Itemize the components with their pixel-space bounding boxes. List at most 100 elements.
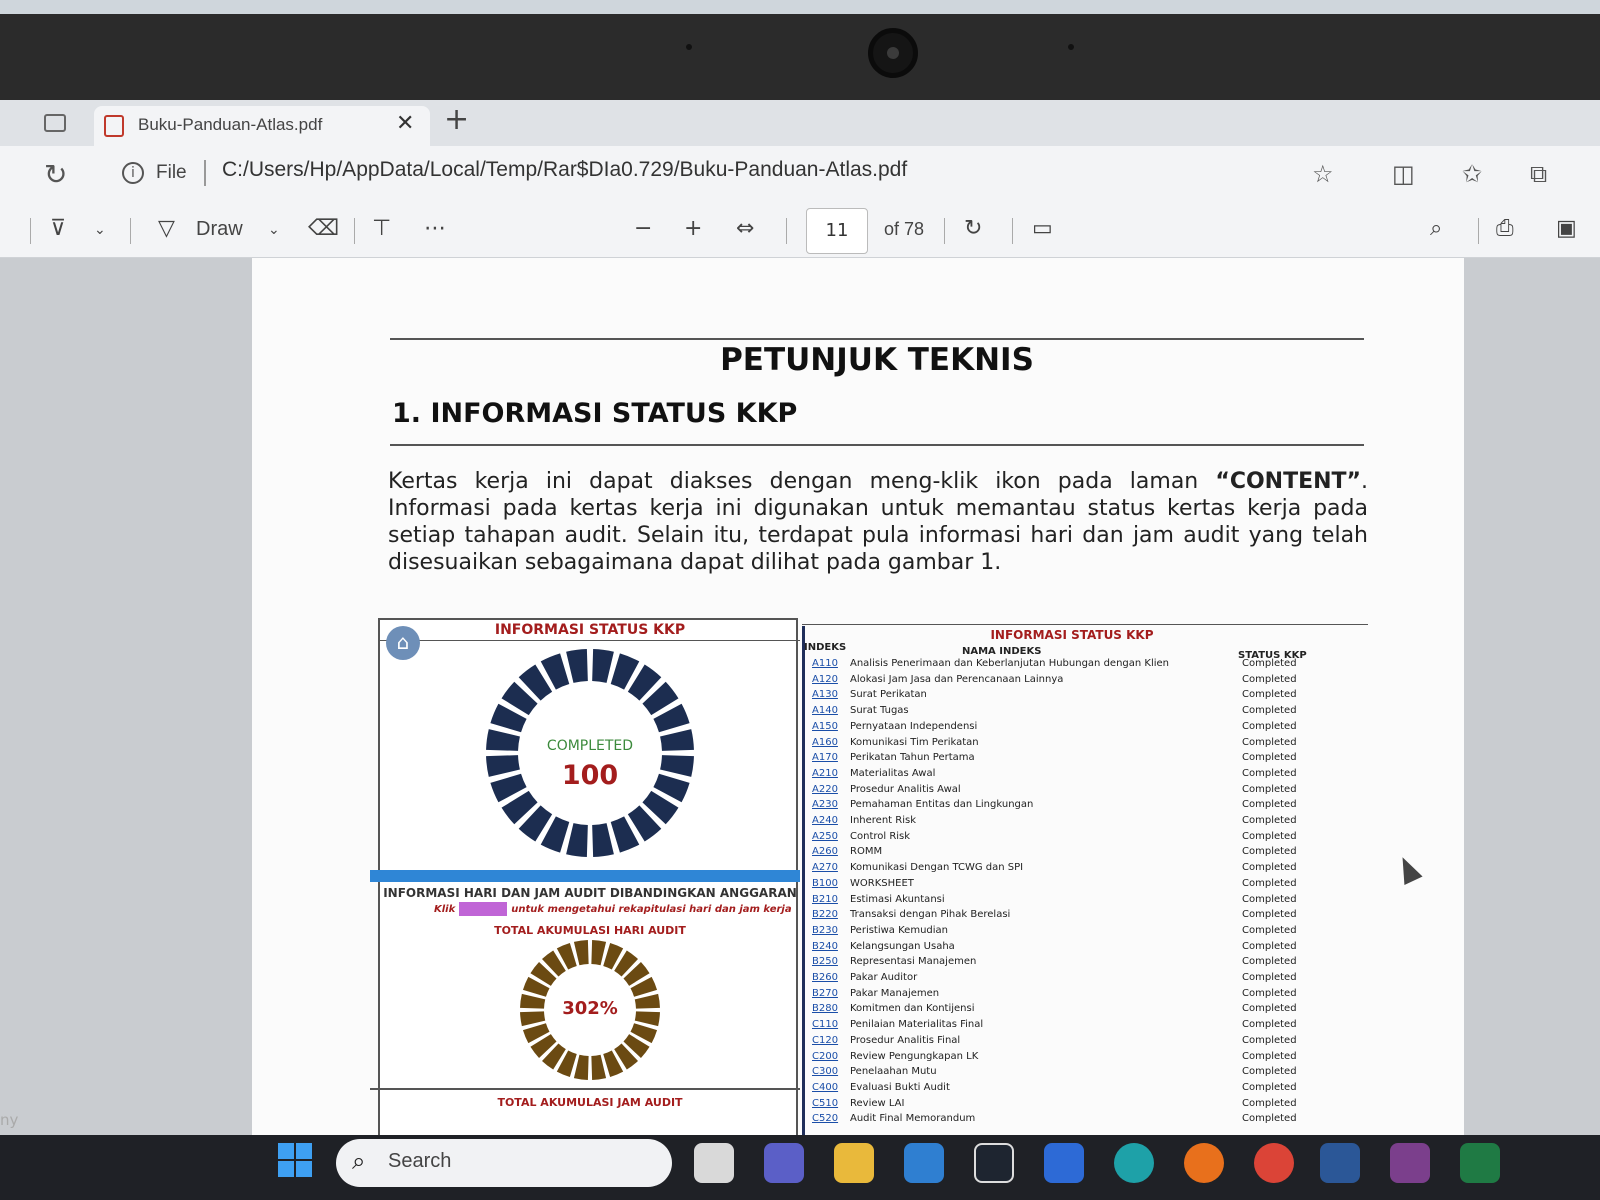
- text-box-icon[interactable]: ⊤: [372, 216, 391, 241]
- index-code-link[interactable]: C120: [812, 1035, 838, 1046]
- index-code-link[interactable]: B250: [812, 956, 838, 967]
- index-code-link[interactable]: A120: [812, 674, 838, 685]
- index-code-link[interactable]: B230: [812, 925, 838, 936]
- status-cell: Completed: [1242, 1066, 1297, 1078]
- word-icon[interactable]: [1320, 1143, 1360, 1183]
- index-code-link[interactable]: B210: [812, 894, 838, 905]
- index-code-link[interactable]: C520: [812, 1113, 838, 1124]
- index-code-link[interactable]: C110: [812, 1019, 838, 1030]
- mail-icon[interactable]: [904, 1143, 944, 1183]
- index-code-link[interactable]: C300: [812, 1066, 838, 1077]
- index-code-link[interactable]: A240: [812, 815, 838, 826]
- bing-icon[interactable]: [1044, 1143, 1084, 1183]
- taskbar-search[interactable]: ⌕ Search: [336, 1139, 672, 1187]
- table-row: A260 ROMM Completed: [812, 846, 1368, 861]
- tab-actions-icon[interactable]: [44, 114, 66, 132]
- home-icon[interactable]: ⌂: [386, 626, 420, 660]
- eraser-icon[interactable]: ⌫: [308, 216, 339, 241]
- teams-icon[interactable]: [764, 1143, 804, 1183]
- index-code-link[interactable]: C510: [812, 1098, 838, 1109]
- save-icon[interactable]: ▣: [1556, 216, 1577, 241]
- index-name: Estimasi Akuntansi: [850, 893, 945, 905]
- page-number-input[interactable]: 11: [806, 208, 868, 254]
- index-code-link[interactable]: A130: [812, 689, 838, 700]
- more-options-icon[interactable]: ⋯: [424, 216, 446, 241]
- index-code-link[interactable]: A250: [812, 831, 838, 842]
- donut-segment: [592, 823, 614, 857]
- status-cell: Completed: [1242, 673, 1297, 685]
- index-code-link[interactable]: A150: [812, 721, 838, 732]
- task-view-icon[interactable]: [694, 1143, 734, 1183]
- logo-tile: [278, 1143, 294, 1159]
- status-cell: Completed: [1242, 720, 1297, 732]
- index-code-link[interactable]: B100: [812, 878, 838, 889]
- index-code-link[interactable]: A220: [812, 784, 838, 795]
- page-view-icon[interactable]: ▭: [1032, 216, 1053, 241]
- tab-pdf[interactable]: Buku-Panduan-Atlas.pdf ✕: [94, 106, 430, 146]
- index-code-link[interactable]: A230: [812, 799, 838, 810]
- new-tab-icon[interactable]: +: [444, 102, 469, 137]
- table-row: A240 Inherent Risk Completed: [812, 815, 1368, 830]
- paragraph-bold: “CONTENT”: [1215, 469, 1361, 494]
- zoom-out-icon[interactable]: −: [634, 216, 652, 241]
- table-row: A270 Komunikasi Dengan TCWG dan SPI Comple…: [812, 862, 1368, 877]
- index-code-link[interactable]: C200: [812, 1051, 838, 1062]
- index-code-link[interactable]: C400: [812, 1082, 838, 1093]
- donut-segment: [566, 823, 588, 857]
- status-cell: Completed: [1242, 1097, 1297, 1109]
- index-code-link[interactable]: B240: [812, 941, 838, 952]
- index-code-link[interactable]: B260: [812, 972, 838, 983]
- address-separator: [204, 160, 206, 186]
- draw-button[interactable]: Draw: [196, 218, 243, 241]
- index-code-link[interactable]: A260: [812, 846, 838, 857]
- app-icon[interactable]: [974, 1143, 1014, 1183]
- status-cell: Completed: [1242, 1034, 1297, 1046]
- print-icon[interactable]: ⎙: [1496, 216, 1514, 241]
- rotate-icon[interactable]: ↻: [964, 216, 982, 241]
- completed-label: COMPLETED: [546, 738, 634, 754]
- index-code-link[interactable]: A110: [812, 658, 838, 669]
- index-code-link[interactable]: A140: [812, 705, 838, 716]
- refresh-icon[interactable]: ↻: [44, 158, 67, 191]
- status-cell: Completed: [1242, 783, 1297, 795]
- total-jam-label: TOTAL AKUMULASI JAM AUDIT: [497, 1096, 683, 1109]
- excel-icon[interactable]: [1460, 1143, 1500, 1183]
- chevron-down-icon[interactable]: ⌄: [268, 222, 280, 238]
- info-icon[interactable]: i: [122, 162, 144, 184]
- close-tab-icon[interactable]: ✕: [396, 111, 414, 136]
- file-explorer-icon[interactable]: [834, 1143, 874, 1183]
- zoom-in-icon[interactable]: +: [684, 216, 702, 241]
- index-name: Control Risk: [850, 830, 911, 842]
- status-cell: Completed: [1242, 909, 1297, 921]
- index-code-link[interactable]: A160: [812, 737, 838, 748]
- favorite-star-icon[interactable]: ☆: [1312, 160, 1334, 188]
- index-code-link[interactable]: A170: [812, 752, 838, 763]
- archive-icon[interactable]: [1390, 1143, 1430, 1183]
- index-code-link[interactable]: B280: [812, 1003, 838, 1014]
- chevron-down-icon[interactable]: ⌄: [94, 222, 106, 238]
- windows-start-icon[interactable]: [278, 1143, 312, 1177]
- toolbar-separator: [30, 218, 31, 244]
- index-code-link[interactable]: B270: [812, 988, 838, 999]
- url-field[interactable]: C:/Users/Hp/AppData/Local/Temp/Rar$DIa0.…: [222, 158, 907, 182]
- draw-icon[interactable]: ▽: [158, 216, 175, 241]
- index-name: Penilaian Materialitas Final: [850, 1019, 984, 1031]
- index-code-link[interactable]: B220: [812, 909, 838, 920]
- edge-icon[interactable]: [1114, 1143, 1154, 1183]
- chrome-icon[interactable]: [1254, 1143, 1294, 1183]
- firefox-icon[interactable]: [1184, 1143, 1224, 1183]
- index-name: Prosedur Analitis Final: [850, 1034, 961, 1046]
- favorites-icon[interactable]: ✩: [1462, 160, 1482, 188]
- split-screen-icon[interactable]: ◫: [1392, 160, 1415, 188]
- highlight-icon[interactable]: ⊽: [50, 216, 66, 241]
- recap-link-button[interactable]: [459, 902, 508, 916]
- panel-divider: [370, 1088, 800, 1090]
- index-code-link[interactable]: A270: [812, 862, 838, 873]
- index-code-link[interactable]: A210: [812, 768, 838, 779]
- index-name: Review LAI: [850, 1097, 905, 1109]
- fit-width-icon[interactable]: ⇔: [736, 216, 754, 241]
- section-heading: 1. INFORMASI STATUS KKP: [392, 398, 798, 429]
- collections-icon[interactable]: ⧉: [1530, 160, 1547, 188]
- search-icon[interactable]: ⌕: [1430, 216, 1442, 241]
- status-cell: Completed: [1242, 893, 1297, 905]
